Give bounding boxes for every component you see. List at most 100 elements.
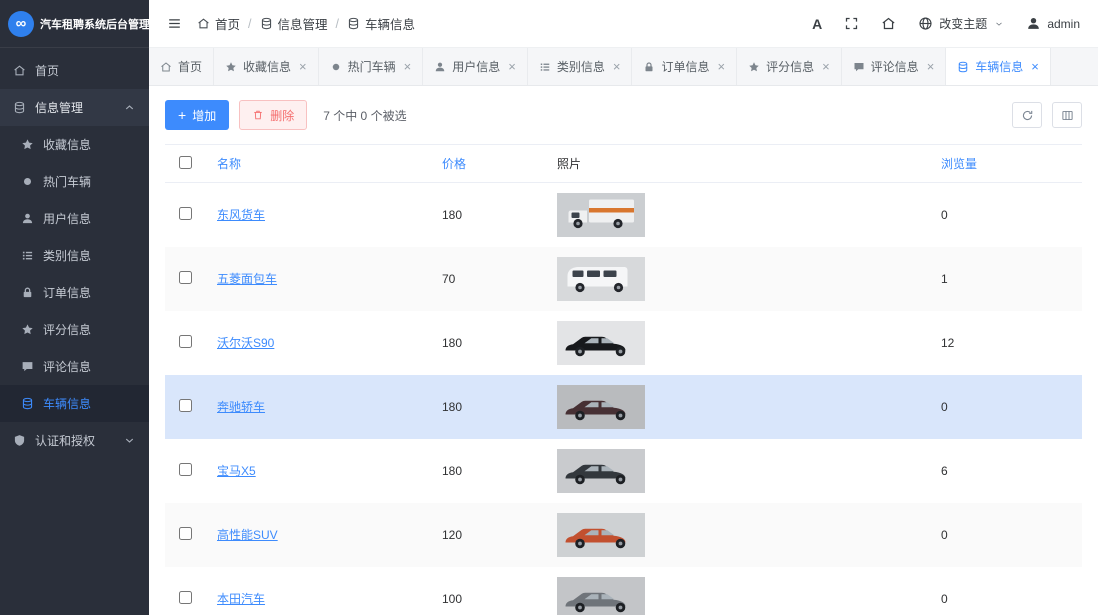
tab-label: 类别信息 — [557, 58, 605, 75]
table-row[interactable]: 高性能SUV 120 0 — [165, 503, 1082, 567]
app-title: 汽车租聘系统后台管理 — [40, 16, 149, 32]
tab-label: 订单信息 — [661, 58, 709, 75]
chevron-down-icon — [994, 19, 1004, 29]
sidebar-item-ratings[interactable]: 评分信息 — [0, 311, 149, 348]
tab-users[interactable]: 用户信息 × — [423, 48, 528, 85]
row-checkbox[interactable] — [179, 527, 192, 540]
vehicle-name-link[interactable]: 沃尔沃S90 — [217, 336, 274, 350]
table-row-selected[interactable]: 奔驰轿车 180 0 — [165, 375, 1082, 439]
sidebar-item-label: 信息管理 — [35, 99, 83, 116]
tab-home[interactable]: 首页 — [149, 48, 214, 85]
breadcrumb-label: 信息管理 — [278, 14, 328, 33]
comment-icon — [21, 360, 34, 373]
row-checkbox[interactable] — [179, 335, 192, 348]
content: + 增加 删除 7 个中 0 个被选 — [149, 86, 1098, 615]
home-icon — [160, 61, 172, 73]
table-row[interactable]: 宝马X5 180 6 — [165, 439, 1082, 503]
table-row[interactable]: 五菱面包车 70 1 — [165, 247, 1082, 311]
main-area: 首页 / 信息管理 / 车辆信息 A — [149, 0, 1098, 615]
tab-comments[interactable]: 评论信息 × — [842, 48, 947, 85]
home-icon[interactable] — [881, 16, 896, 31]
add-button[interactable]: + 增加 — [165, 100, 229, 130]
sidebar-item-label: 首页 — [35, 62, 59, 79]
row-checkbox[interactable] — [179, 271, 192, 284]
column-header-views[interactable]: 浏览量 — [929, 145, 1082, 183]
tab-categories[interactable]: 类别信息 × — [528, 48, 633, 85]
sidebar-item-label: 车辆信息 — [43, 395, 91, 412]
table-row[interactable]: 本田汽车 100 0 — [165, 567, 1082, 615]
close-icon[interactable]: × — [404, 59, 412, 74]
user-icon — [434, 61, 446, 73]
table-row[interactable]: 沃尔沃S90 180 12 — [165, 311, 1082, 375]
sidebar: ∞ 汽车租聘系统后台管理 首页 信息管理 收藏信息 热门车辆 — [0, 0, 149, 615]
sidebar-item-label: 收藏信息 — [43, 136, 91, 153]
sidebar-item-comments[interactable]: 评论信息 — [0, 348, 149, 385]
sidebar-item-info-management[interactable]: 信息管理 — [0, 89, 149, 126]
sidebar-item-favorites[interactable]: 收藏信息 — [0, 126, 149, 163]
sidebar-item-auth[interactable]: 认证和授权 — [0, 422, 149, 459]
row-checkbox[interactable] — [179, 207, 192, 220]
tab-vehicles[interactable]: 车辆信息 × — [946, 48, 1051, 85]
views-cell: 0 — [929, 183, 1082, 247]
row-checkbox[interactable] — [179, 591, 192, 604]
breadcrumb-home[interactable]: 首页 — [197, 14, 240, 33]
user-menu[interactable]: admin — [1026, 16, 1080, 31]
tab-label: 评分信息 — [766, 58, 814, 75]
close-icon[interactable]: × — [927, 59, 935, 74]
star-icon — [21, 323, 34, 336]
columns-icon — [1061, 109, 1074, 122]
refresh-button[interactable] — [1012, 102, 1042, 128]
vehicle-name-link[interactable]: 奔驰轿车 — [217, 400, 265, 414]
tab-orders[interactable]: 订单信息 × — [632, 48, 737, 85]
price-cell: 100 — [430, 567, 545, 615]
vehicle-name-link[interactable]: 五菱面包车 — [217, 272, 277, 286]
tab-ratings[interactable]: 评分信息 × — [737, 48, 842, 85]
close-icon[interactable]: × — [1031, 59, 1039, 74]
hamburger-menu-icon[interactable] — [167, 16, 182, 31]
columns-button[interactable] — [1052, 102, 1082, 128]
column-header-price[interactable]: 价格 — [430, 145, 545, 183]
delete-button[interactable]: 删除 — [239, 100, 307, 130]
tab-label: 收藏信息 — [243, 58, 291, 75]
breadcrumb-label: 车辆信息 — [365, 14, 415, 33]
fullscreen-icon[interactable] — [844, 16, 859, 31]
breadcrumb-vehicles[interactable]: 车辆信息 — [347, 14, 415, 33]
theme-label: 改变主题 — [939, 15, 987, 32]
close-icon[interactable]: × — [613, 59, 621, 74]
sidebar-item-vehicles[interactable]: 车辆信息 — [0, 385, 149, 422]
vehicle-name-link[interactable]: 本田汽车 — [217, 592, 265, 606]
close-icon[interactable]: × — [299, 59, 307, 74]
views-cell: 0 — [929, 375, 1082, 439]
sidebar-item-orders[interactable]: 订单信息 — [0, 274, 149, 311]
close-icon[interactable]: × — [508, 59, 516, 74]
sidebar-item-home[interactable]: 首页 — [0, 52, 149, 89]
tab-label: 用户信息 — [452, 58, 500, 75]
tab-hot-vehicles[interactable]: 热门车辆 × — [319, 48, 424, 85]
chevron-down-icon — [123, 434, 136, 447]
sidebar-item-hot-vehicles[interactable]: 热门车辆 — [0, 163, 149, 200]
vehicle-name-link[interactable]: 东风货车 — [217, 208, 265, 222]
row-checkbox[interactable] — [179, 399, 192, 412]
font-size-button[interactable]: A — [812, 16, 822, 32]
star-icon — [21, 138, 34, 151]
list-icon — [539, 61, 551, 73]
close-icon[interactable]: × — [822, 59, 830, 74]
close-icon[interactable]: × — [717, 59, 725, 74]
vehicle-name-link[interactable]: 宝马X5 — [217, 464, 256, 478]
lock-icon — [21, 286, 34, 299]
tab-label: 车辆信息 — [975, 58, 1023, 75]
column-header-name[interactable]: 名称 — [205, 145, 430, 183]
table-row[interactable]: 东风货车 180 0 — [165, 183, 1082, 247]
sidebar-item-label: 评论信息 — [43, 358, 91, 375]
select-all-checkbox[interactable] — [179, 156, 192, 169]
sidebar-item-users[interactable]: 用户信息 — [0, 200, 149, 237]
sidebar-item-label: 类别信息 — [43, 247, 91, 264]
star-icon — [748, 61, 760, 73]
sidebar-item-categories[interactable]: 类别信息 — [0, 237, 149, 274]
theme-switcher[interactable]: 改变主题 — [918, 15, 1004, 32]
vehicle-name-link[interactable]: 高性能SUV — [217, 528, 278, 542]
topbar: 首页 / 信息管理 / 车辆信息 A — [149, 0, 1098, 48]
tab-favorites[interactable]: 收藏信息 × — [214, 48, 319, 85]
row-checkbox[interactable] — [179, 463, 192, 476]
breadcrumb-info-management[interactable]: 信息管理 — [260, 14, 328, 33]
